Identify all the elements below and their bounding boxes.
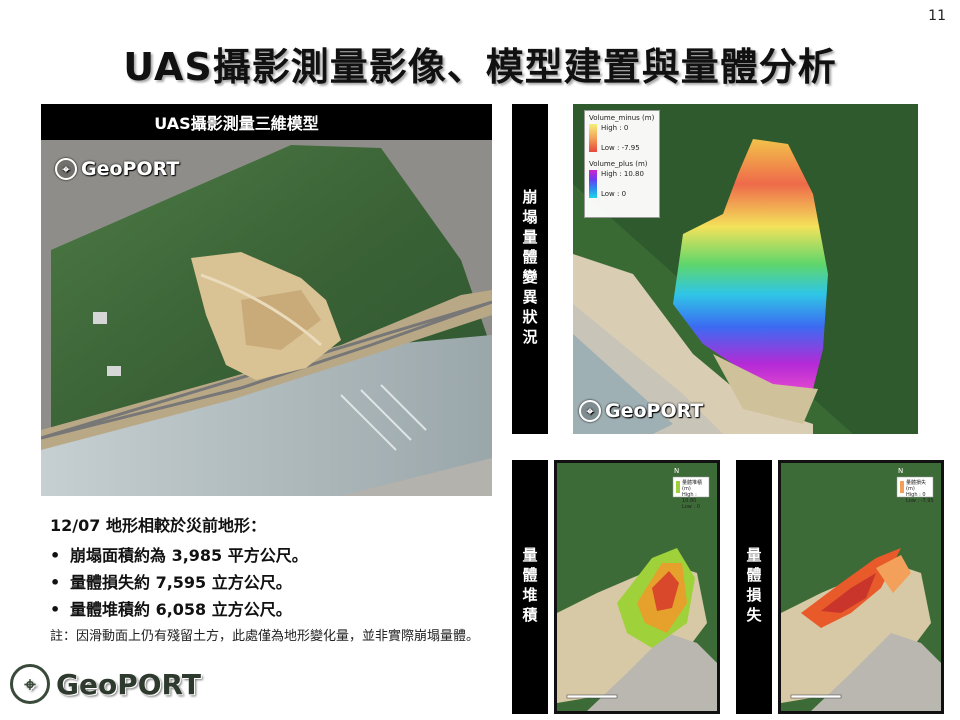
deposition-legend-high: High : 10.80: [682, 492, 697, 504]
model-geoport-logo: ⌖ GeoPORT: [55, 158, 179, 180]
model-header-label: UAS攝影測量三維模型: [154, 114, 319, 133]
legend-minus-labels: High : 0 Low : -7.95: [601, 124, 640, 152]
legend-minus-gradient: [589, 124, 597, 152]
loss-label: 量體損失: [736, 460, 772, 714]
volume-legend: Volume_minus (m) High : 0 Low : -7.95 Vo…: [584, 110, 660, 218]
list-item: • 量體堆積約 6,058 立方公尺。: [50, 596, 500, 623]
geoport-logo-icon: ⌖: [55, 158, 77, 180]
legend-minus-high: High : 0: [601, 124, 629, 132]
deposition-legend: 量體堆積 (m) High : 10.80 Low : 0: [682, 480, 712, 510]
findings-note: 註：因滑動面上仍有殘留土方，此處僅為地形變化量，並非實際崩塌量體。: [50, 629, 480, 644]
findings-list: • 崩塌面積約為 3,985 平方公尺。 • 量體損失約 7,595 立方公尺。 •…: [50, 542, 500, 623]
loss-legend-low: Low : -7.95: [906, 498, 934, 504]
loss-legend: 量體損失 (m) High : 0 Low : -7.95: [906, 480, 936, 504]
deposition-label: 量體堆積: [512, 460, 548, 714]
legend-minus-title: Volume_minus (m): [589, 114, 655, 122]
deposition-map: N 量體堆積 (m) High : 10.80 Low : 0: [554, 460, 720, 714]
bullet: •: [50, 573, 61, 592]
volume-geoport-logo: ⌖ GeoPORT: [579, 400, 703, 422]
page-number: 11: [928, 8, 946, 24]
slide-title: UAS攝影測量影像、模型建置與量體分析: [123, 45, 837, 89]
geoport-logo-icon: ⌖: [10, 664, 50, 704]
bullet: •: [50, 600, 61, 619]
legend-plus-low: Low : 0: [601, 190, 627, 198]
geoport-logo-icon: ⌖: [579, 400, 601, 422]
svg-text:N: N: [898, 467, 903, 475]
legend-plus-row: High : 10.80 Low : 0: [589, 170, 655, 198]
finding-deposition: 量體堆積約 6,058 立方公尺。: [70, 600, 292, 619]
legend-plus-title: Volume_plus (m): [589, 160, 648, 168]
legend-plus-high: High : 10.80: [601, 170, 644, 178]
geoport-bottom-text: GeoPORT: [56, 667, 201, 701]
finding-area: 崩塌面積約為 3,985 平方公尺。: [70, 546, 308, 565]
geoport-bottom-logo: ⌖ GeoPORT: [10, 664, 201, 704]
geoport-logo-text: GeoPORT: [605, 400, 704, 422]
list-item: • 量體損失約 7,595 立方公尺。: [50, 569, 500, 596]
model-header: UAS攝影測量三維模型: [41, 104, 492, 140]
findings-heading: 12/07 地形相較於災前地形：: [50, 516, 266, 535]
deposition-legend-title: 量體堆積 (m): [682, 480, 703, 492]
legend-plus-labels: High : 10.80 Low : 0: [601, 170, 644, 198]
deposition-legend-low: Low : 0: [682, 504, 700, 510]
findings: 12/07 地形相較於災前地形： • 崩塌面積約為 3,985 平方公尺。 • 量體…: [50, 512, 500, 649]
legend-plus-gradient: [589, 170, 597, 198]
legend-minus-row: High : 0 Low : -7.95: [589, 124, 655, 152]
volume-change-label: 崩塌量體變異狀況: [512, 104, 548, 434]
list-item: • 崩塌面積約為 3,985 平方公尺。: [50, 542, 500, 569]
loss-legend-title: 量體損失 (m): [906, 480, 927, 492]
model-image: ⌖ GeoPORT: [41, 140, 492, 496]
loss-map: N 量體損失 (m) High : 0 Low : -7.95: [778, 460, 944, 714]
legend-minus-low: Low : -7.95: [601, 144, 640, 152]
finding-loss: 量體損失約 7,595 立方公尺。: [70, 573, 292, 592]
svg-text:N: N: [674, 467, 679, 475]
bullet: •: [50, 546, 61, 565]
geoport-logo-text: GeoPORT: [81, 158, 180, 180]
